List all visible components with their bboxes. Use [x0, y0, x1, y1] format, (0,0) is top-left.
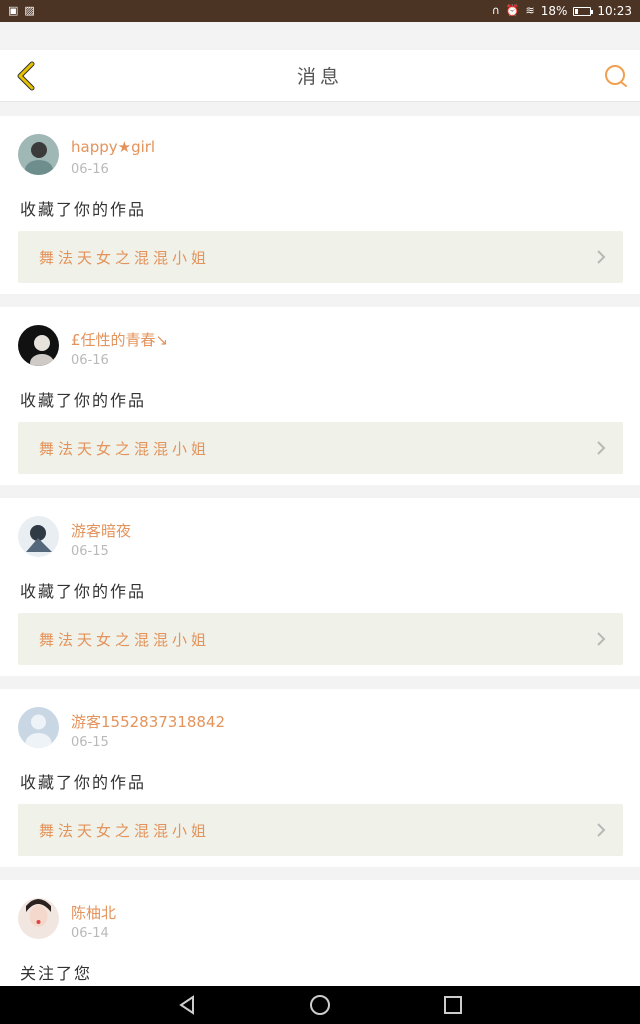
work-link[interactable]: 舞法天女之混混小姐 [18, 804, 623, 856]
avatar[interactable] [18, 325, 59, 366]
username[interactable]: 陈柚北 [71, 902, 116, 923]
username[interactable]: 游客1552837318842 [71, 711, 225, 732]
app-notification-icon: ▣ [8, 4, 19, 17]
chevron-right-icon [597, 823, 606, 837]
work-title: 舞法天女之混混小姐 [39, 248, 211, 267]
action-text: 收藏了你的作品 [20, 773, 147, 792]
work-link[interactable]: 舞法天女之混混小姐 [18, 613, 623, 665]
work-link[interactable]: 舞法天女之混混小姐 [18, 422, 623, 474]
home-nav-button[interactable] [308, 993, 332, 1017]
message-card: 游客1552837318842 06-15 收藏了你的作品 舞法天女之混混小姐 [0, 689, 640, 867]
alarm-icon: ⏰ [505, 4, 520, 17]
battery-icon [573, 6, 594, 16]
battery-fill [575, 8, 579, 14]
message-feed: happy★girl 06-16 收藏了你的作品 舞法天女之混混小姐 £任性的青… [0, 116, 640, 1013]
back-button[interactable] [10, 60, 42, 92]
avatar[interactable] [18, 898, 59, 939]
date: 06-14 [71, 926, 109, 941]
action-text: 收藏了你的作品 [20, 582, 147, 601]
image-notification-icon: ▨ [24, 4, 35, 17]
page-title: 消息 [296, 66, 343, 88]
work-link[interactable]: 舞法天女之混混小姐 [18, 231, 623, 283]
system-nav-bar [0, 986, 640, 1024]
action-text: 收藏了你的作品 [20, 391, 147, 410]
avatar[interactable] [18, 134, 59, 175]
message-card: 陈柚北 06-14 关注了您 [0, 880, 640, 1000]
work-title: 舞法天女之混混小姐 [39, 630, 211, 649]
search-button[interactable] [602, 62, 630, 90]
recents-nav-button[interactable] [441, 993, 465, 1017]
date: 06-16 [71, 353, 109, 368]
work-title: 舞法天女之混混小姐 [39, 821, 211, 840]
status-left: ▣ ▨ [8, 5, 35, 17]
back-nav-button[interactable] [175, 993, 199, 1017]
username[interactable]: 游客暗夜 [71, 520, 131, 541]
status-bar: ▣ ▨ ∩ ⏰ ≋ 18% 10:23 [0, 0, 640, 22]
date: 06-15 [71, 735, 109, 750]
chevron-right-icon [597, 632, 606, 646]
chevron-left-icon [17, 61, 35, 91]
status-time: 10:23 [597, 4, 632, 18]
search-icon [605, 65, 627, 87]
avatar[interactable] [18, 707, 59, 748]
date: 06-15 [71, 544, 109, 559]
circle-home-icon [309, 995, 330, 1015]
action-text: 收藏了你的作品 [20, 200, 147, 219]
action-text: 关注了您 [20, 964, 93, 983]
chevron-right-icon [597, 250, 606, 264]
message-card: 游客暗夜 06-15 收藏了你的作品 舞法天女之混混小姐 [0, 498, 640, 676]
message-card: £任性的青春↘ 06-16 收藏了你的作品 舞法天女之混混小姐 [0, 307, 640, 485]
top-spacer [0, 22, 640, 50]
square-recents-icon [444, 996, 463, 1014]
wifi-icon: ≋ [525, 4, 535, 17]
nav-bar: 消息 [0, 50, 640, 102]
message-card: happy★girl 06-16 收藏了你的作品 舞法天女之混混小姐 [0, 116, 640, 294]
username[interactable]: £任性的青春↘ [71, 329, 168, 350]
triangle-back-icon [178, 995, 194, 1015]
work-title: 舞法天女之混混小姐 [39, 439, 211, 458]
headphones-icon: ∩ [491, 4, 500, 17]
battery-percent: 18% [540, 4, 568, 18]
username[interactable]: happy★girl [71, 138, 155, 156]
avatar[interactable] [18, 516, 59, 557]
date: 06-16 [71, 162, 109, 177]
status-right: ∩ ⏰ ≋ 18% 10:23 [492, 4, 632, 18]
chevron-right-icon [597, 441, 606, 455]
